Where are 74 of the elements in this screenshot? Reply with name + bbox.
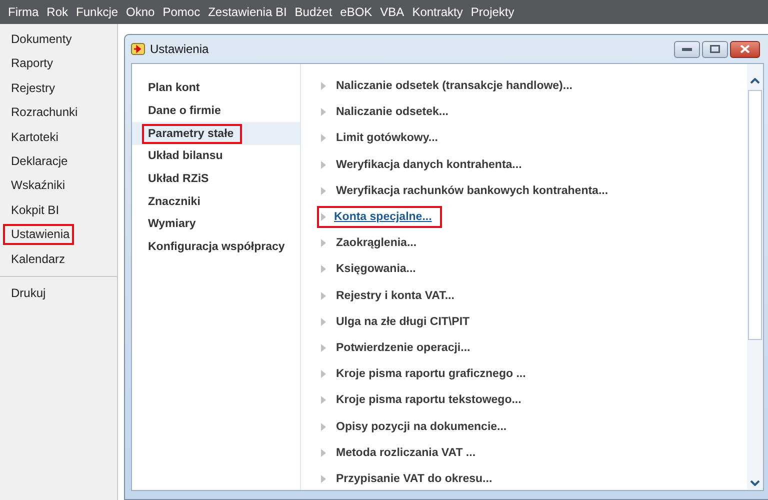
sidebar-item[interactable]: Kalendarz: [1, 246, 72, 271]
expand-arrow-icon: [321, 186, 326, 195]
expand-arrow-icon: [321, 448, 326, 457]
scroll-thumb[interactable]: [748, 90, 762, 340]
menu-item[interactable]: Pomoc: [158, 5, 204, 19]
option-link[interactable]: Weryfikacja rachunków bankowych kontrahenta...: [332, 180, 618, 202]
option-link[interactable]: Przypisanie VAT do okresu...: [332, 468, 502, 490]
expand-arrow-icon: [321, 318, 326, 326]
option-link[interactable]: Konta specjalne...: [317, 206, 442, 228]
scroll-up-icon[interactable]: [750, 78, 760, 84]
option-link[interactable]: Limit gotówkowy...: [332, 127, 448, 150]
option-link[interactable]: Potwierdzenie operacji...: [332, 336, 480, 359]
option-link[interactable]: Naliczanie odsetek...: [332, 101, 458, 124]
category-item[interactable]: Parametry stałe: [132, 122, 300, 146]
expand-arrow-icon: [321, 265, 326, 274]
close-icon: [740, 45, 750, 53]
category-item[interactable]: Układ bilansu: [132, 145, 300, 168]
menu-item[interactable]: VBA: [376, 5, 408, 19]
option-link[interactable]: Rejestry i konta VAT...: [332, 284, 464, 307]
expand-arrow-icon: [321, 82, 326, 90]
expand-arrow-icon: [321, 213, 326, 222]
menu-item[interactable]: Budżet: [290, 5, 336, 19]
sidebar-item[interactable]: Dokumenty: [1, 27, 78, 52]
scroll-down-icon[interactable]: [750, 480, 760, 486]
expand-arrow-icon: [321, 292, 326, 300]
category-item[interactable]: Układ RZiS: [132, 168, 300, 190]
sidebar-item[interactable]: Ustawienia: [1, 222, 76, 247]
sidebar-item[interactable]: Drukuj: [1, 280, 52, 306]
sidebar-item[interactable]: Kokpit BI: [1, 198, 66, 222]
sidebar-item[interactable]: Rozrachunki: [1, 100, 84, 125]
option-link[interactable]: Naliczanie odsetek (transakcje handlowe)...: [332, 75, 582, 98]
option-link[interactable]: Ulga na złe długi CIT\PIT: [332, 310, 480, 333]
menu-item[interactable]: Funkcje: [72, 5, 122, 19]
expand-arrow-icon: [321, 108, 326, 116]
category-item[interactable]: Konfiguracja współpracy: [132, 236, 300, 258]
sidebar-item[interactable]: Rejestry: [1, 76, 62, 100]
menu-item[interactable]: Zestawienia BI: [204, 5, 291, 19]
expand-arrow-icon: [321, 344, 326, 352]
category-item[interactable]: Wymiary: [132, 213, 300, 236]
menu-item[interactable]: Rok: [42, 5, 72, 19]
minimize-button[interactable]: [674, 40, 700, 58]
sidebar-item[interactable]: Deklaracje: [1, 148, 74, 174]
category-item[interactable]: Dane o firmie: [132, 100, 300, 122]
menu-item[interactable]: Okno: [122, 5, 159, 19]
minimize-icon: [682, 46, 692, 52]
expand-arrow-icon: [321, 370, 326, 378]
option-link[interactable]: Opisy pozycji na dokumencie...: [332, 416, 517, 438]
maximize-button[interactable]: [702, 40, 728, 58]
option-link[interactable]: Księgowania...: [332, 258, 426, 280]
window-title: Ustawienia: [150, 42, 209, 56]
option-link[interactable]: Metoda rozliczania VAT ...: [332, 442, 486, 464]
menu-item[interactable]: Projekty: [466, 5, 518, 19]
menu-item[interactable]: eBOK: [336, 5, 376, 19]
expand-arrow-icon: [321, 474, 326, 483]
sidebar-item[interactable]: Raporty: [1, 51, 60, 76]
category-item[interactable]: Plan kont: [132, 77, 300, 100]
option-link[interactable]: Kroje pisma raportu tekstowego...: [332, 389, 532, 412]
sidebar-item[interactable]: Wskaźniki: [1, 173, 72, 198]
expand-arrow-icon: [321, 422, 326, 431]
expand-arrow-icon: [321, 396, 326, 404]
scrollbar[interactable]: [747, 64, 763, 490]
option-link[interactable]: Zaokrąglenia...: [332, 232, 427, 254]
expand-arrow-icon: [321, 239, 326, 248]
expand-arrow-icon: [321, 134, 326, 142]
sidebar-item[interactable]: Kartoteki: [1, 124, 64, 149]
category-item[interactable]: Znaczniki: [132, 190, 300, 214]
expand-arrow-icon: [321, 160, 326, 169]
menu-item[interactable]: Kontrakty: [408, 5, 467, 19]
option-link[interactable]: Weryfikacja danych kontrahenta...: [332, 154, 532, 176]
app-icon: [131, 43, 145, 55]
close-button[interactable]: [730, 40, 760, 58]
option-link[interactable]: Kroje pisma raportu graficznego ...: [332, 363, 536, 386]
maximize-icon: [710, 45, 720, 53]
menu-item[interactable]: Firma: [4, 5, 43, 19]
